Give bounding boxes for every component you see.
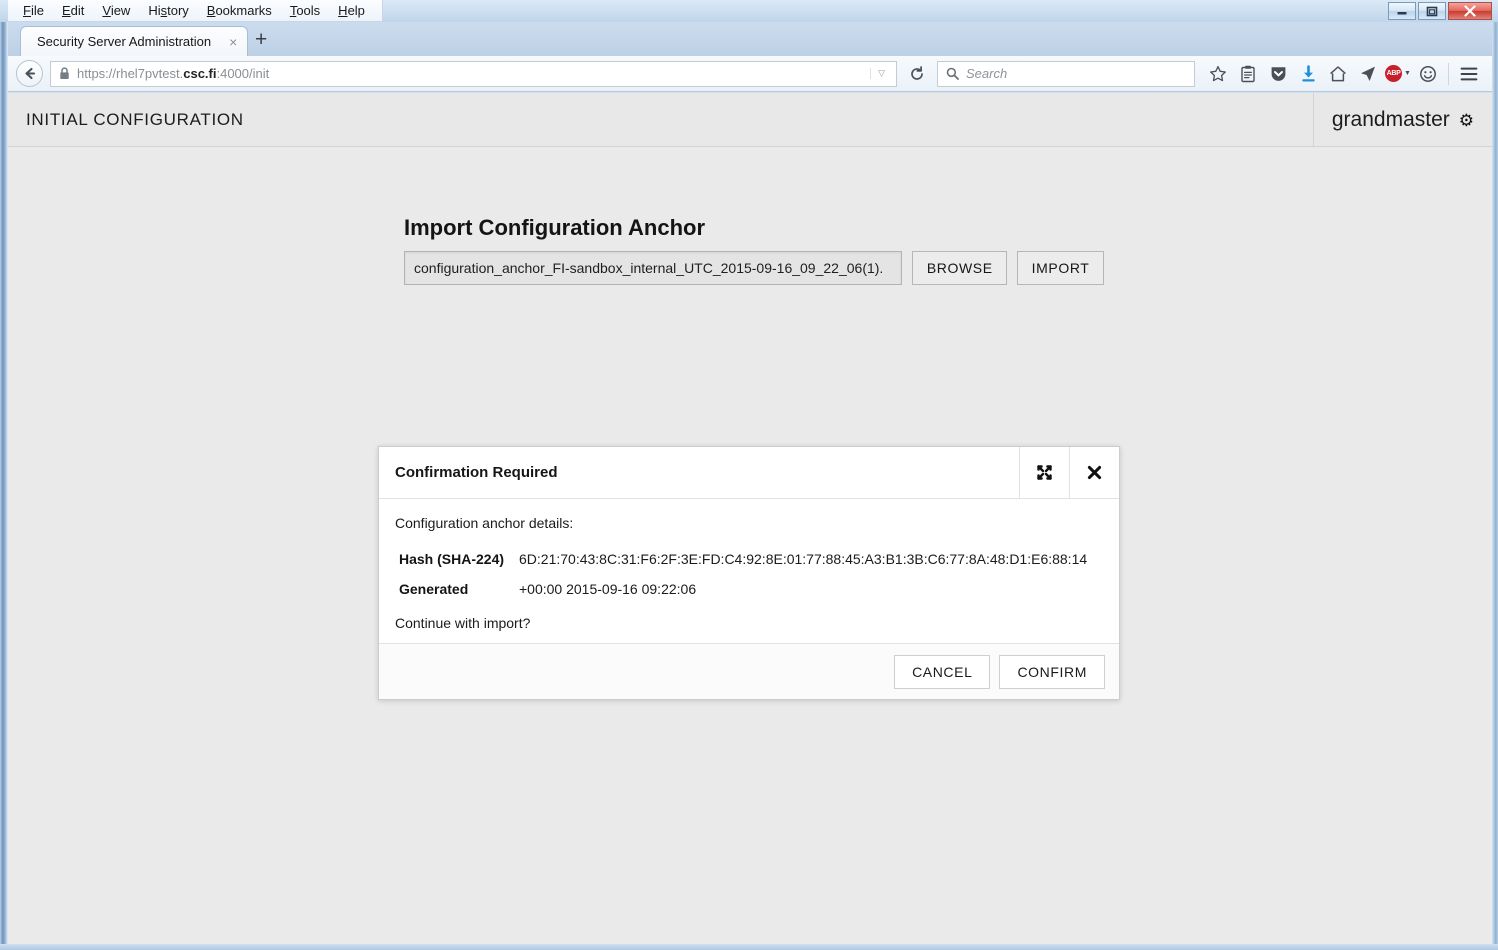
reader-list-icon[interactable] — [1233, 60, 1263, 88]
detail-value-hash: 6D:21:70:43:8C:31:F6:2F:3E:FD:C4:92:8E:0… — [519, 551, 1088, 567]
detail-row-hash: Hash (SHA-224) 6D:21:70:43:8C:31:F6:2F:3… — [395, 551, 1103, 567]
cancel-button[interactable]: CANCEL — [894, 654, 991, 689]
import-button[interactable]: IMPORT — [1017, 251, 1104, 285]
pocket-shield-icon[interactable] — [1263, 60, 1293, 88]
close-button[interactable] — [1448, 2, 1492, 20]
adblock-plus-icon[interactable]: ABP ▼ — [1383, 60, 1413, 88]
import-anchor-heading: Import Configuration Anchor — [404, 215, 706, 240]
gear-icon[interactable]: ⚙ — [1459, 112, 1474, 129]
back-button[interactable] — [16, 60, 43, 87]
tab-strip: Security Server Administration × + — [8, 22, 1492, 56]
dialog-question: Continue with import? — [395, 615, 531, 631]
browser-window: File Edit View History Bookmarks Tools H… — [0, 0, 1498, 950]
maximize-icon — [1426, 6, 1438, 16]
hamburger-menu-icon[interactable] — [1454, 60, 1484, 88]
menu-tools[interactable]: Tools — [281, 1, 329, 20]
window-right-border — [1492, 0, 1498, 950]
abp-badge: ABP — [1385, 65, 1403, 82]
home-icon[interactable] — [1323, 60, 1353, 88]
url-prefix: https://rhel7pvtest. — [77, 66, 184, 81]
navigation-toolbar: https://rhel7pvtest.csc.fi:4000/init ▽ S… — [8, 56, 1492, 92]
chevron-down-icon[interactable]: ▼ — [1404, 70, 1411, 77]
url-suffix: :4000/init — [216, 66, 270, 81]
window-controls — [1388, 2, 1492, 20]
menu-file[interactable]: File — [14, 1, 53, 20]
url-text: https://rhel7pvtest.csc.fi:4000/init — [77, 66, 870, 81]
user-name: grandmaster — [1331, 108, 1450, 131]
sync-send-icon[interactable] — [1353, 60, 1383, 88]
window-bottom-border — [0, 944, 1498, 950]
search-icon — [946, 67, 959, 80]
detail-value-generated: +00:00 2015-09-16 09:22:06 — [519, 581, 697, 597]
browse-button[interactable]: BROWSE — [912, 251, 1008, 285]
toolbar-separator — [1448, 62, 1449, 85]
app-header: INITIAL CONFIGURATION grandmaster ⚙ — [8, 93, 1492, 147]
dialog-header: Confirmation Required — [379, 447, 1119, 499]
close-icon — [1464, 5, 1476, 17]
url-domain: csc.fi — [183, 66, 217, 81]
detail-label-generated: Generated — [399, 581, 469, 597]
dialog-intro-text: Configuration anchor details: — [395, 515, 574, 531]
dialog-close-icon[interactable] — [1069, 447, 1119, 498]
reload-icon — [911, 65, 923, 80]
tab-security-server-administration[interactable]: Security Server Administration × — [20, 26, 249, 56]
feedback-smiley-icon[interactable] — [1413, 60, 1443, 88]
maximize-button[interactable] — [1418, 2, 1446, 20]
menu-edit[interactable]: Edit — [53, 1, 93, 20]
dialog-title: Confirmation Required — [395, 464, 558, 481]
detail-row-generated: Generated +00:00 2015-09-16 09:22:06 — [395, 581, 1103, 597]
page-title: INITIAL CONFIGURATION — [26, 109, 244, 129]
dialog-footer: CANCEL CONFIRM — [379, 643, 1119, 699]
anchor-file-name: configuration_anchor_FI-sandbox_internal… — [414, 260, 884, 276]
minimize-button[interactable] — [1388, 2, 1416, 20]
menu-help[interactable]: Help — [329, 1, 374, 20]
page-viewport: INITIAL CONFIGURATION grandmaster ⚙ Impo… — [8, 93, 1492, 944]
import-anchor-section: Import Configuration Anchor configuratio… — [404, 215, 1104, 285]
page-body: Import Configuration Anchor configuratio… — [8, 147, 1492, 944]
minimize-icon — [1397, 12, 1407, 15]
confirm-button[interactable]: CONFIRM — [999, 654, 1105, 689]
dialog-maximize-icon[interactable] — [1019, 447, 1069, 498]
menu-bookmarks[interactable]: Bookmarks — [198, 1, 281, 20]
import-anchor-controls: configuration_anchor_FI-sandbox_internal… — [404, 251, 1104, 285]
confirmation-dialog: Confirmation Required Configuration anch… — [378, 446, 1120, 700]
search-placeholder: Search — [966, 66, 1008, 81]
window-left-border — [0, 0, 8, 950]
tab-label: Security Server Administration — [37, 34, 212, 49]
lock-icon — [59, 67, 70, 80]
reload-button[interactable] — [903, 61, 931, 87]
detail-label-hash: Hash (SHA-224) — [399, 551, 505, 567]
menu-bar: File Edit View History Bookmarks Tools H… — [8, 0, 383, 22]
user-menu[interactable]: grandmaster ⚙ — [1312, 93, 1492, 147]
url-bar[interactable]: https://rhel7pvtest.csc.fi:4000/init ▽ — [50, 60, 897, 87]
title-bar: File Edit View History Bookmarks Tools H… — [0, 0, 1498, 22]
menu-view[interactable]: View — [93, 1, 139, 20]
anchor-file-input[interactable]: configuration_anchor_FI-sandbox_internal… — [404, 251, 903, 285]
new-tab-button[interactable]: + — [246, 29, 276, 50]
downloads-icon[interactable] — [1293, 60, 1323, 88]
bookmark-star-icon[interactable] — [1203, 60, 1233, 88]
menu-history[interactable]: History — [139, 1, 197, 20]
tab-close-icon[interactable]: × — [229, 35, 237, 49]
dialog-body: Configuration anchor details: Hash (SHA-… — [379, 499, 1119, 643]
back-arrow-icon — [25, 67, 36, 80]
search-input[interactable]: Search — [937, 60, 1195, 87]
url-dropdown-icon[interactable]: ▽ — [870, 68, 892, 79]
